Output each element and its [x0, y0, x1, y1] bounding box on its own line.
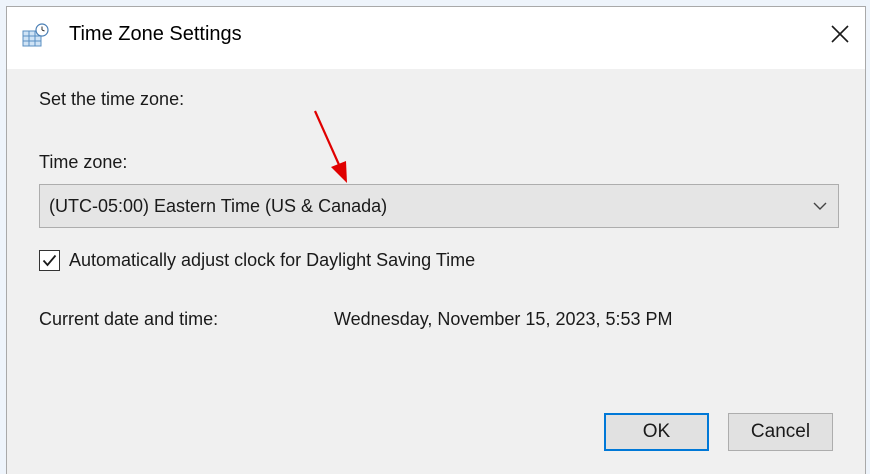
current-date-time-value: Wednesday, November 15, 2023, 5:53 PM — [334, 309, 673, 329]
ok-button[interactable]: OK — [604, 413, 709, 451]
cancel-button[interactable]: Cancel — [728, 413, 833, 451]
window-title: Time Zone Settings — [69, 23, 242, 45]
time-zone-dropdown[interactable]: (UTC-05:00) Eastern Time (US & Canada) — [39, 184, 839, 228]
time-zone-settings-dialog: Time Zone Settings Set the time zone: Ti… — [6, 6, 866, 474]
close-button[interactable] — [821, 15, 859, 53]
time-zone-selected-value: (UTC-05:00) Eastern Time (US & Canada) — [49, 196, 388, 216]
current-date-time-label: Current date and time: — [39, 309, 219, 329]
set-time-zone-heading: Set the time zone: — [39, 89, 185, 109]
close-icon — [831, 25, 849, 43]
checkmark-icon — [42, 254, 57, 267]
chevron-down-icon — [813, 202, 827, 210]
title-bar: Time Zone Settings — [7, 7, 865, 69]
time-zone-label: Time zone: — [39, 152, 128, 172]
dst-checkbox-label[interactable]: Automatically adjust clock for Daylight … — [69, 250, 475, 271]
dst-checkbox[interactable] — [39, 250, 60, 271]
time-zone-settings-icon — [22, 23, 49, 47]
annotation-arrow-icon — [313, 110, 347, 183]
